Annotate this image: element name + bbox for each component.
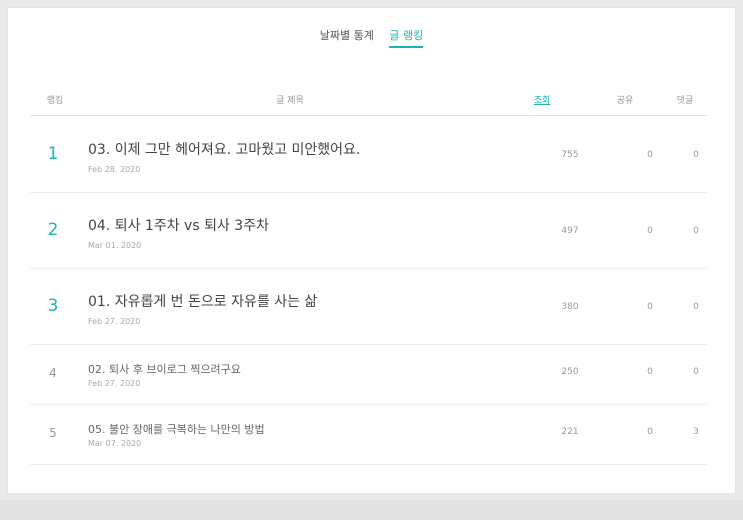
stats-tabs: 날짜별 통계 글 랭킹 bbox=[8, 27, 735, 48]
row-views: 221 bbox=[561, 427, 579, 437]
row-date: Feb 28. 2020 bbox=[88, 165, 141, 174]
row-views: 250 bbox=[561, 367, 579, 377]
header-rank: 랭킹 bbox=[46, 96, 64, 106]
row-title[interactable]: 01. 자유롭게 번 돈으로 자유를 사는 삶 bbox=[88, 291, 317, 311]
header-comments: 댓글 bbox=[676, 96, 694, 106]
row-comments: 0 bbox=[693, 226, 699, 236]
table-row[interactable]: 5 05. 불안 장애를 극복하는 나만의 방법 Mar 07. 2020 22… bbox=[30, 404, 707, 465]
header-views-sort[interactable]: 조회 bbox=[532, 93, 552, 106]
table-row[interactable]: 3 01. 자유롭게 번 돈으로 자유를 사는 삶 Feb 27. 2020 3… bbox=[30, 268, 707, 345]
header-title: 글 제목 bbox=[276, 96, 304, 106]
row-share: 0 bbox=[647, 302, 653, 312]
table-row[interactable]: 1 03. 이제 그만 헤어져요. 고마웠고 미안했어요. Feb 28. 20… bbox=[30, 116, 707, 193]
row-views: 755 bbox=[561, 150, 579, 160]
row-views: 380 bbox=[561, 302, 579, 312]
row-date: Feb 27. 2020 bbox=[88, 317, 141, 326]
row-rank: 2 bbox=[47, 220, 59, 240]
row-rank: 4 bbox=[49, 366, 57, 380]
table-row[interactable]: 4 02. 퇴사 후 브이로그 찍으려구요 Feb 27. 2020 250 0… bbox=[30, 344, 707, 405]
row-title[interactable]: 05. 불안 장애를 극복하는 나만의 방법 bbox=[88, 421, 265, 437]
row-date: Feb 27. 2020 bbox=[88, 379, 141, 388]
header-share: 공유 bbox=[616, 96, 634, 106]
row-title[interactable]: 03. 이제 그만 헤어져요. 고마웠고 미안했어요. bbox=[88, 139, 360, 159]
row-share: 0 bbox=[647, 427, 653, 437]
table-header: 랭킹 글 제목 조회 공유 댓글 bbox=[30, 93, 707, 116]
row-title[interactable]: 04. 퇴사 1주차 vs 퇴사 3주차 bbox=[88, 215, 269, 235]
row-comments: 0 bbox=[693, 302, 699, 312]
row-comments: 3 bbox=[693, 427, 699, 437]
bottom-bar bbox=[0, 500, 743, 520]
row-share: 0 bbox=[647, 150, 653, 160]
tab-daily-stats[interactable]: 날짜별 통계 bbox=[320, 27, 374, 46]
row-title[interactable]: 02. 퇴사 후 브이로그 찍으려구요 bbox=[88, 361, 241, 377]
row-share: 0 bbox=[647, 367, 653, 377]
row-comments: 0 bbox=[693, 150, 699, 160]
table-row[interactable]: 2 04. 퇴사 1주차 vs 퇴사 3주차 Mar 01. 2020 497 … bbox=[30, 192, 707, 269]
tab-post-ranking[interactable]: 글 랭킹 bbox=[389, 27, 424, 48]
row-share: 0 bbox=[647, 226, 653, 236]
row-views: 497 bbox=[561, 226, 579, 236]
row-rank: 1 bbox=[47, 144, 59, 164]
row-date: Mar 07. 2020 bbox=[88, 439, 142, 448]
row-rank: 5 bbox=[49, 426, 57, 440]
row-comments: 0 bbox=[693, 367, 699, 377]
row-rank: 3 bbox=[47, 296, 59, 316]
row-date: Mar 01. 2020 bbox=[88, 241, 142, 250]
stats-card: 날짜별 통계 글 랭킹 랭킹 글 제목 조회 공유 댓글 1 03. 이제 그만… bbox=[7, 7, 736, 494]
